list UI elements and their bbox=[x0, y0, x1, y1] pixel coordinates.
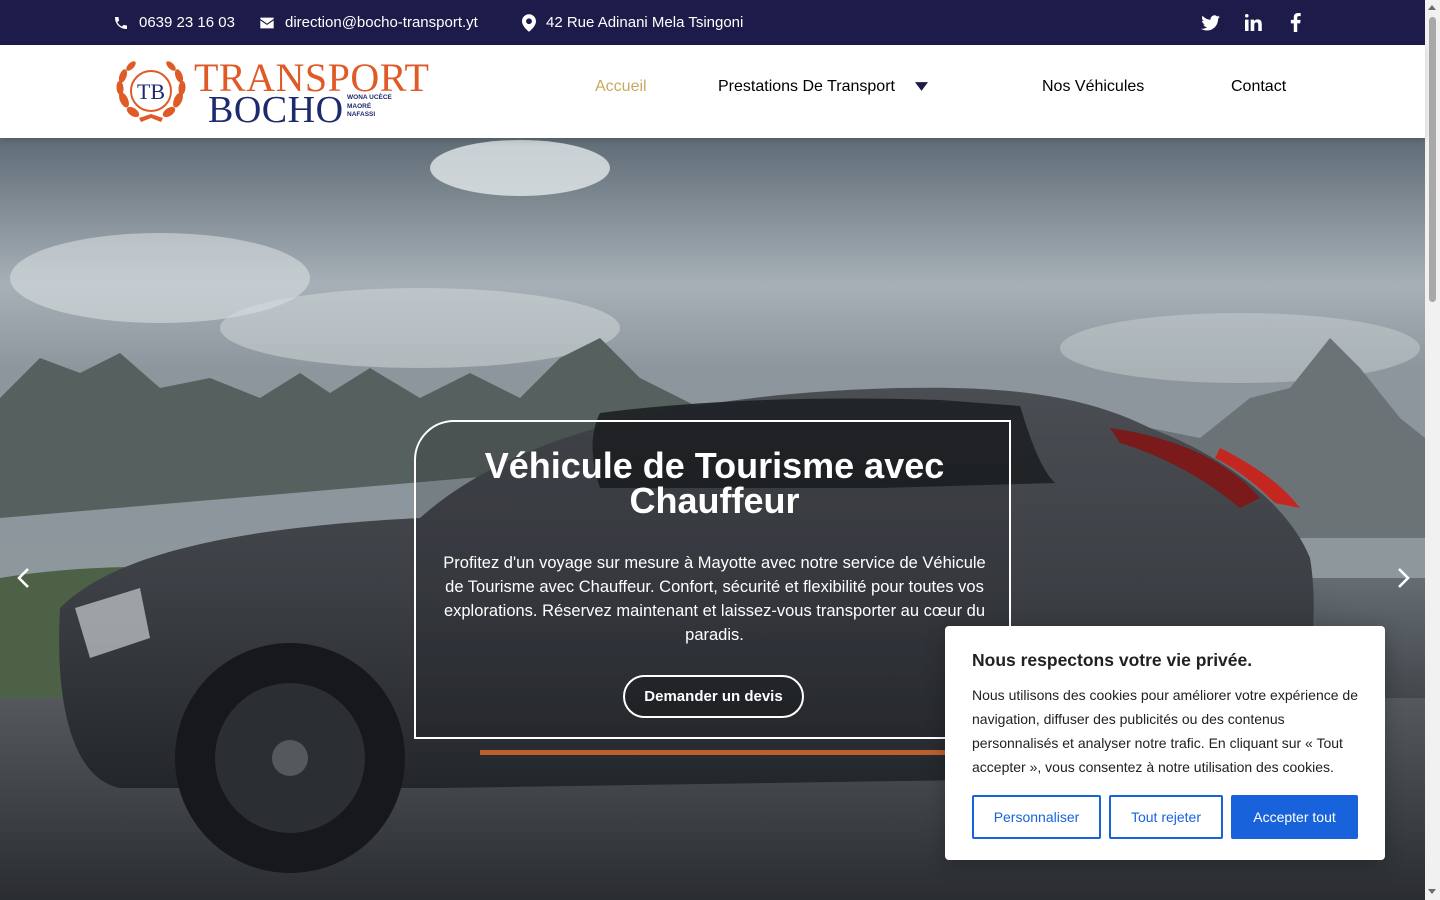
scroll-up-arrow-icon[interactable] bbox=[1428, 5, 1436, 10]
cookie-title: Nous respectons votre vie privée. bbox=[972, 650, 1253, 670]
twitter-icon bbox=[1201, 14, 1220, 30]
laurel-monogram-icon: TB bbox=[116, 61, 186, 122]
hero-description: Profitez d'un voyage sur mesure à Mayott… bbox=[443, 554, 986, 644]
twitter-link[interactable] bbox=[1201, 0, 1220, 45]
address-contact: 42 Rue Adinani Mela Tsingoni bbox=[522, 0, 743, 45]
envelope-icon bbox=[260, 17, 274, 28]
map-pin-icon bbox=[522, 13, 536, 32]
nav-vehicules[interactable]: Nos Véhicules bbox=[1042, 78, 1144, 96]
logo-tagline: WONA UCÈCE MAORÉ NAFASSI bbox=[347, 94, 392, 118]
nav-prestations-label: Prestations De Transport bbox=[718, 78, 895, 95]
slider-next-arrow-icon[interactable] bbox=[1393, 566, 1413, 590]
linkedin-link[interactable] bbox=[1245, 0, 1262, 45]
phone-number[interactable]: 0639 23 16 03 bbox=[139, 14, 235, 31]
hero-title: Véhicule de Tourisme avec Chauffeur bbox=[484, 445, 945, 521]
nav-prestations[interactable]: Prestations De Transport bbox=[718, 78, 929, 96]
facebook-icon bbox=[1290, 13, 1301, 32]
site-logo[interactable]: TB TRANSPORT BOCHO WONA UCÈCE MAORÉ NAFA… bbox=[114, 58, 429, 131]
facebook-link[interactable] bbox=[1290, 0, 1301, 45]
phone-contact[interactable]: 0639 23 16 03 bbox=[113, 0, 235, 45]
cookie-customize-button[interactable]: Personnaliser bbox=[972, 795, 1101, 839]
logo-word-bocho: BOCHO bbox=[208, 89, 344, 131]
email-contact[interactable]: direction@bocho-transport.yt bbox=[259, 0, 478, 45]
request-quote-button[interactable]: Demander un devis bbox=[623, 675, 804, 718]
cookie-consent-banner: Nous respectons votre vie privée. Nous u… bbox=[945, 626, 1385, 860]
nav-accueil[interactable]: Accueil bbox=[595, 78, 647, 96]
caret-down-icon bbox=[915, 82, 929, 92]
scroll-thumb[interactable] bbox=[1429, 17, 1436, 302]
nav-contact[interactable]: Contact bbox=[1231, 78, 1286, 96]
svg-text:TB: TB bbox=[137, 79, 165, 104]
page-scrollbar[interactable] bbox=[1425, 0, 1440, 900]
cookie-accept-button[interactable]: Accepter tout bbox=[1231, 795, 1358, 839]
scroll-down-arrow-icon[interactable] bbox=[1428, 889, 1436, 894]
address-text: 42 Rue Adinani Mela Tsingoni bbox=[546, 14, 744, 31]
hero-content-box: Véhicule de Tourisme avec Chauffeur Prof… bbox=[414, 420, 1011, 739]
linkedin-icon bbox=[1245, 14, 1262, 31]
email-address[interactable]: direction@bocho-transport.yt bbox=[285, 14, 478, 31]
cookie-description: Nous utilisons des cookies pour améliore… bbox=[972, 687, 1358, 775]
top-bar: 0639 23 16 03 direction@bocho-transport.… bbox=[0, 0, 1425, 45]
cookie-reject-button[interactable]: Tout rejeter bbox=[1109, 795, 1223, 839]
site-header: TB TRANSPORT BOCHO WONA UCÈCE MAORÉ NAFA… bbox=[0, 45, 1425, 138]
slider-prev-arrow-icon[interactable] bbox=[14, 566, 34, 590]
phone-icon bbox=[115, 16, 127, 29]
